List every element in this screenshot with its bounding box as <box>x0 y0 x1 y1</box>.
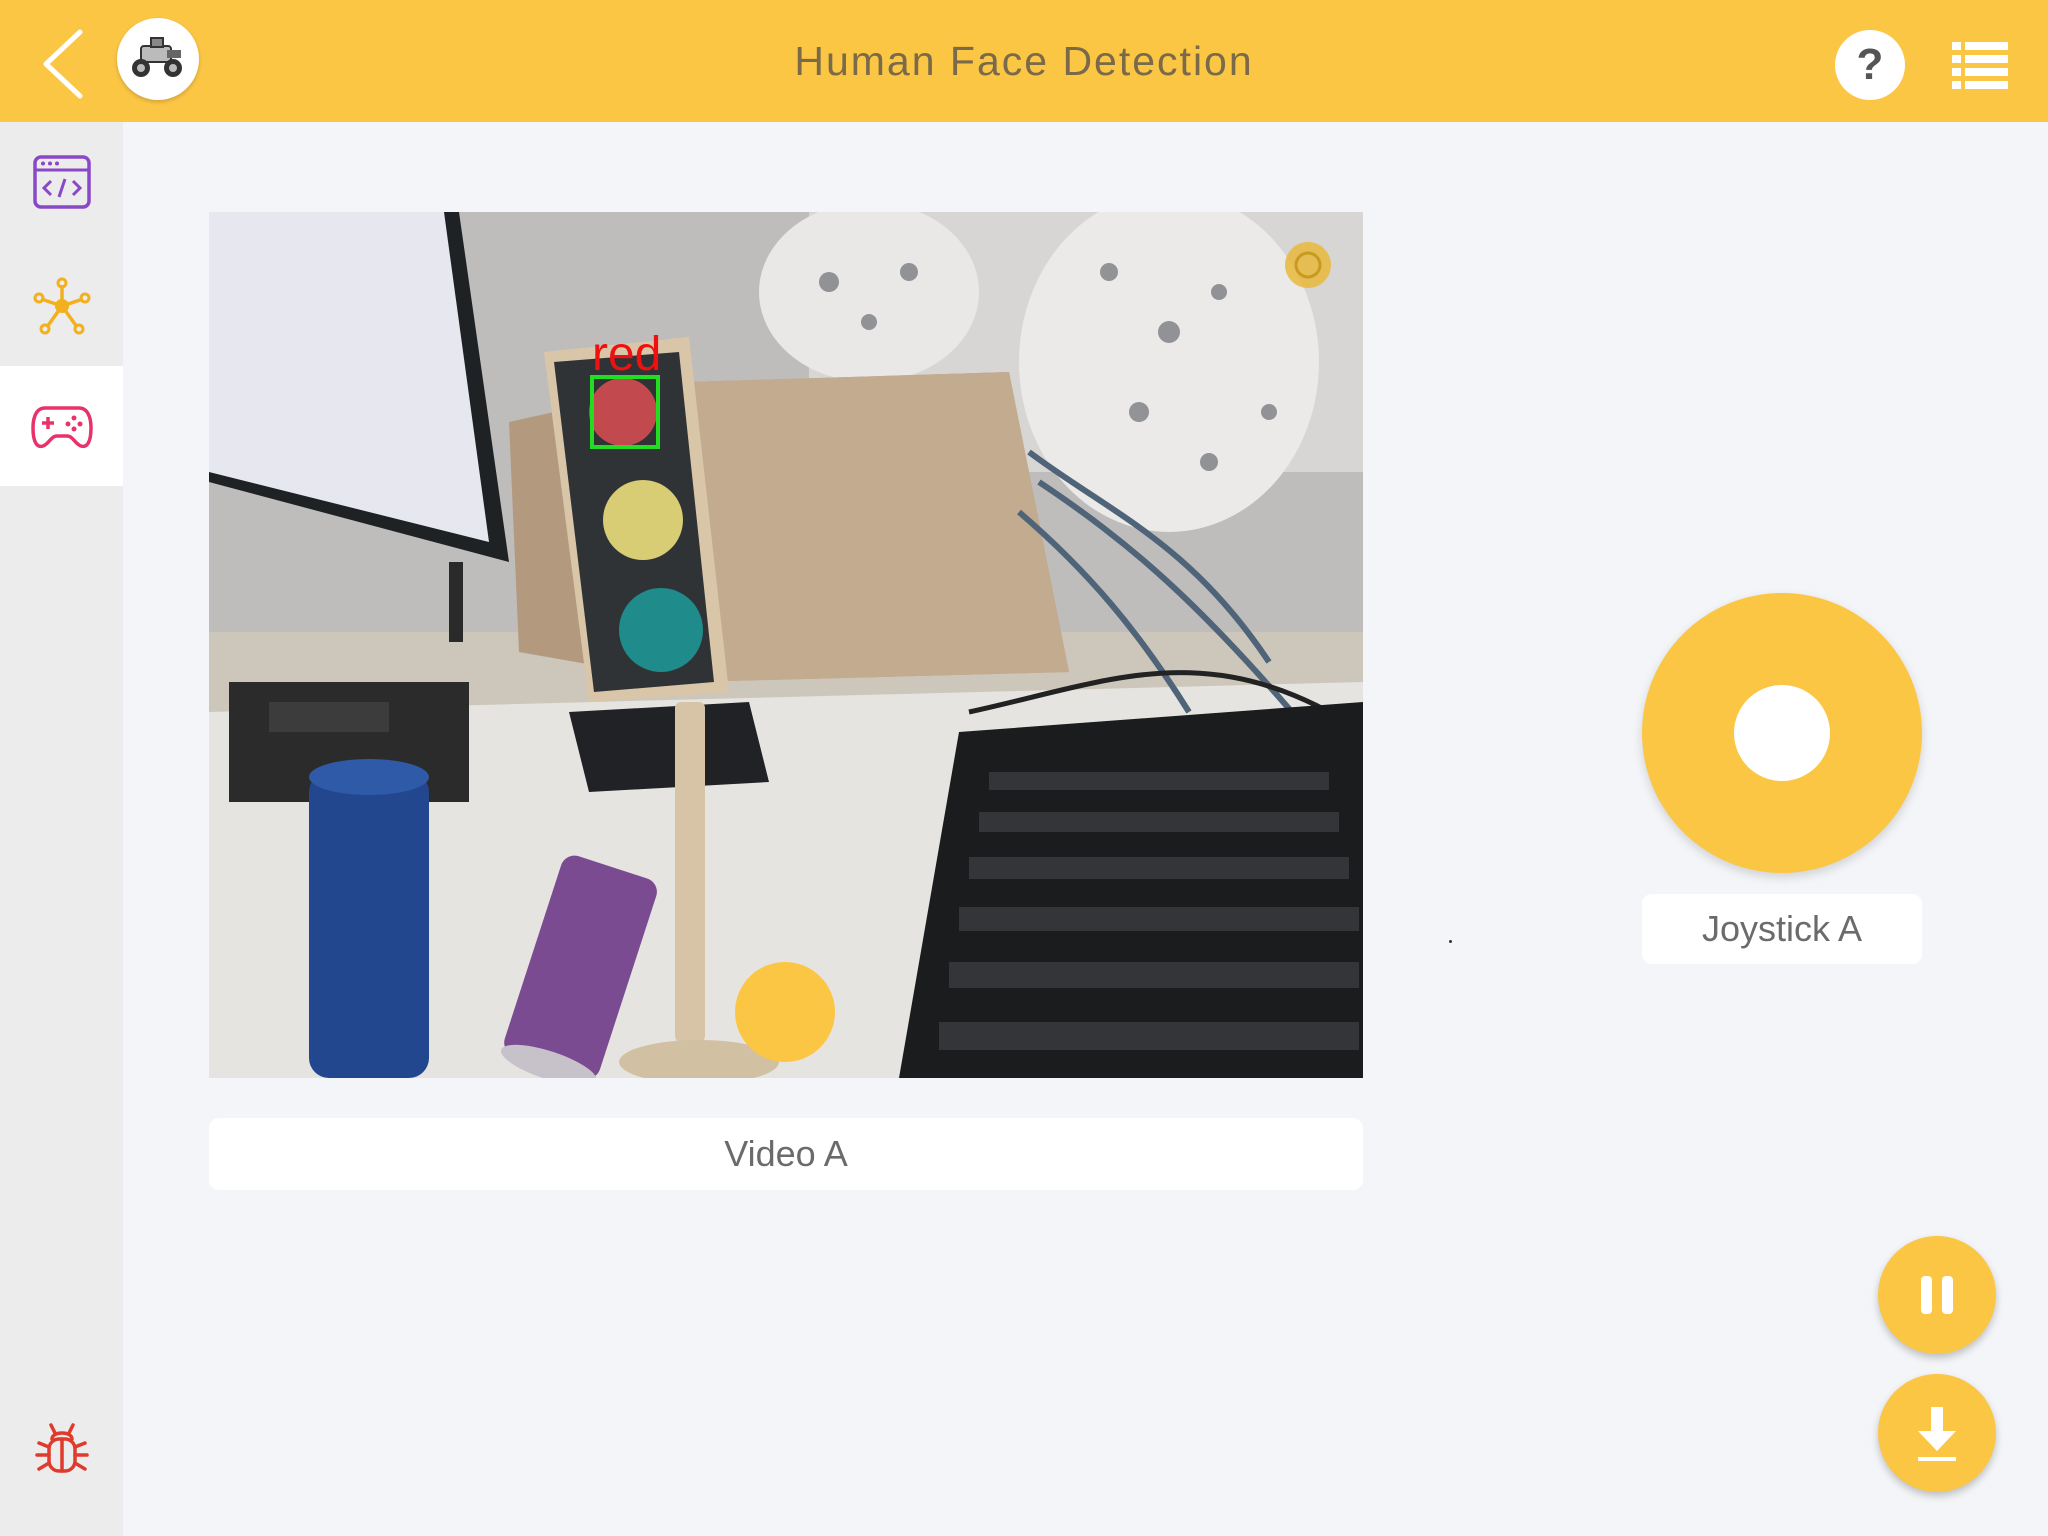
joystick-knob[interactable] <box>1734 685 1830 781</box>
chevron-left-icon <box>43 29 83 99</box>
question-icon: ? <box>1856 40 1884 89</box>
bug-icon <box>34 1423 89 1473</box>
pause-button[interactable] <box>1878 1236 1996 1354</box>
joystick-pad[interactable] <box>1642 593 1922 873</box>
top-bar: Human Face Detection ? <box>0 0 2048 122</box>
list-icon <box>1952 42 2008 89</box>
video-feed[interactable]: red <box>209 212 1363 1078</box>
stray-dot <box>1449 940 1452 943</box>
robot-car-icon <box>132 37 182 77</box>
sidebar-item-connect[interactable] <box>0 246 123 366</box>
joystick-label: Joystick A <box>1642 894 1922 964</box>
video-label: Video A <box>209 1118 1363 1190</box>
pause-icon <box>1921 1276 1953 1314</box>
help-button[interactable]: ? <box>1835 30 1905 100</box>
gamepad-icon <box>30 406 93 449</box>
device-avatar[interactable] <box>117 18 199 100</box>
sidebar-item-code[interactable] <box>0 122 123 242</box>
menu-button[interactable] <box>1952 40 2008 90</box>
sidebar-item-debug[interactable] <box>0 1390 123 1510</box>
back-button[interactable] <box>36 26 96 102</box>
download-icon <box>1918 1407 1956 1461</box>
page-title: Human Face Detection <box>794 38 1254 84</box>
code-window-icon <box>32 155 91 209</box>
download-button[interactable] <box>1878 1374 1996 1492</box>
detection-label: red <box>592 328 661 381</box>
sidebar <box>0 122 123 1536</box>
hub-node-icon <box>33 277 90 335</box>
sidebar-item-control[interactable] <box>0 366 123 486</box>
camera-frame-image: red <box>209 212 1363 1078</box>
